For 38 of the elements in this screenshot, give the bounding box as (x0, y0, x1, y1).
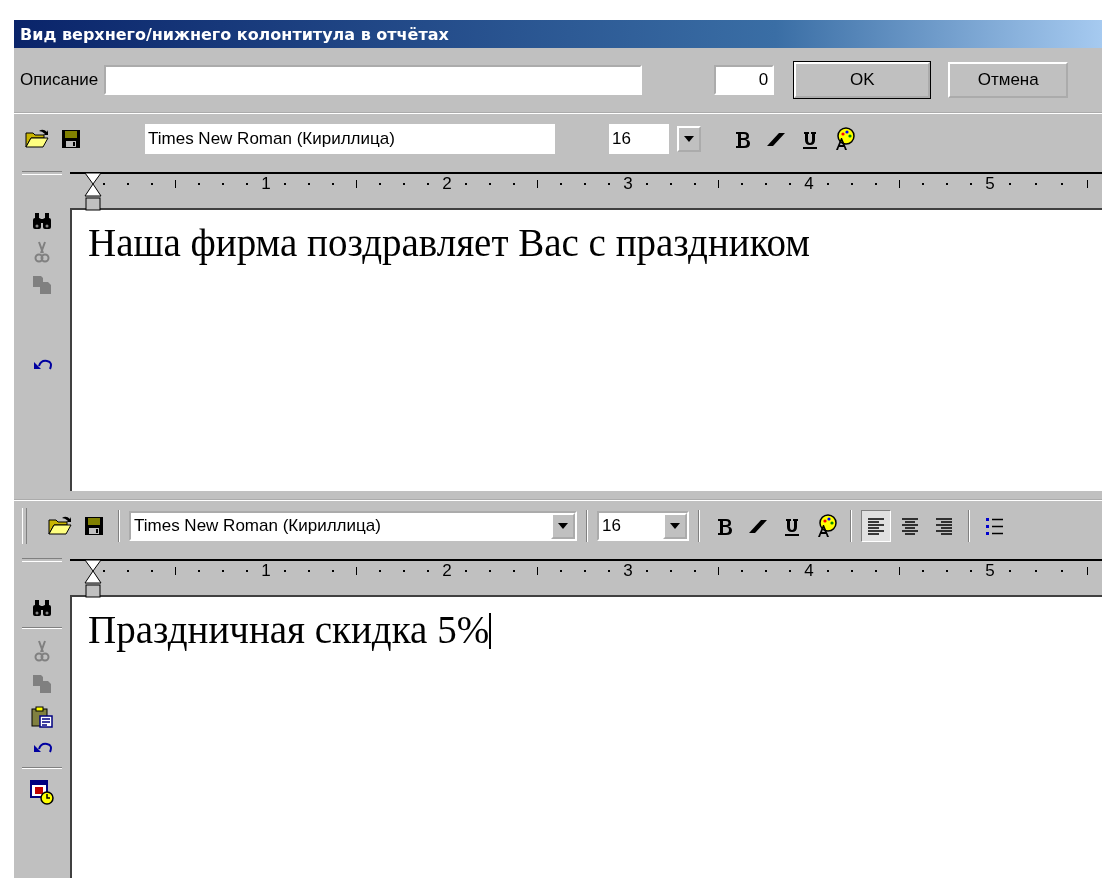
ok-button[interactable]: OK (794, 62, 931, 98)
folder-icon[interactable] (47, 515, 73, 537)
clipboard-icon[interactable] (30, 705, 54, 729)
ruler-number: 5 (984, 563, 996, 579)
ruler-number: 3 (622, 176, 634, 192)
indent-marker-icon[interactable] (84, 172, 102, 214)
cancel-button[interactable]: Отмена (948, 62, 1069, 98)
footer-text[interactable]: Праздничная скидка 5% (70, 595, 1102, 878)
align-left-icon (865, 515, 887, 537)
ruler-number: 2 (441, 176, 453, 192)
ruler-number: 4 (803, 176, 815, 192)
description-field[interactable] (104, 65, 643, 95)
dropdown-arrow-icon[interactable] (684, 136, 694, 142)
indent-marker-icon[interactable] (84, 559, 102, 601)
align-right-icon (933, 515, 955, 537)
window-title: Вид верхнего/нижнего колонтитула в отчётах (14, 20, 1102, 48)
calendar-clock-icon[interactable] (29, 779, 55, 805)
font-size-dropdown[interactable]: 16 (597, 511, 689, 541)
font-field[interactable]: Times New Roman (Кириллица) (145, 124, 555, 154)
ruler-number: 2 (441, 563, 453, 579)
counter-field[interactable]: 0 (714, 65, 775, 95)
ruler-number: 5 (984, 176, 996, 192)
binoculars-icon[interactable] (31, 599, 53, 617)
align-center-icon (899, 515, 921, 537)
dropdown-arrow-icon[interactable] (558, 523, 568, 529)
ruler-number: 1 (260, 176, 272, 192)
font-size-dropdown[interactable]: 16 (609, 124, 701, 154)
align-left-button[interactable] (861, 510, 891, 542)
description-label: Описание (20, 70, 99, 90)
bullet-list-icon (983, 515, 1005, 537)
header-text[interactable]: Наша фирма поздравляет Вас с праздником (70, 208, 1102, 491)
font-dropdown[interactable]: Times New Roman (Кириллица) (129, 511, 577, 541)
dropdown-arrow-icon[interactable] (670, 523, 680, 529)
binoculars-icon[interactable] (31, 212, 53, 230)
ruler-number: 4 (803, 563, 815, 579)
ruler-number: 3 (622, 563, 634, 579)
folder-icon[interactable] (24, 128, 50, 150)
ruler-number: 1 (260, 563, 272, 579)
